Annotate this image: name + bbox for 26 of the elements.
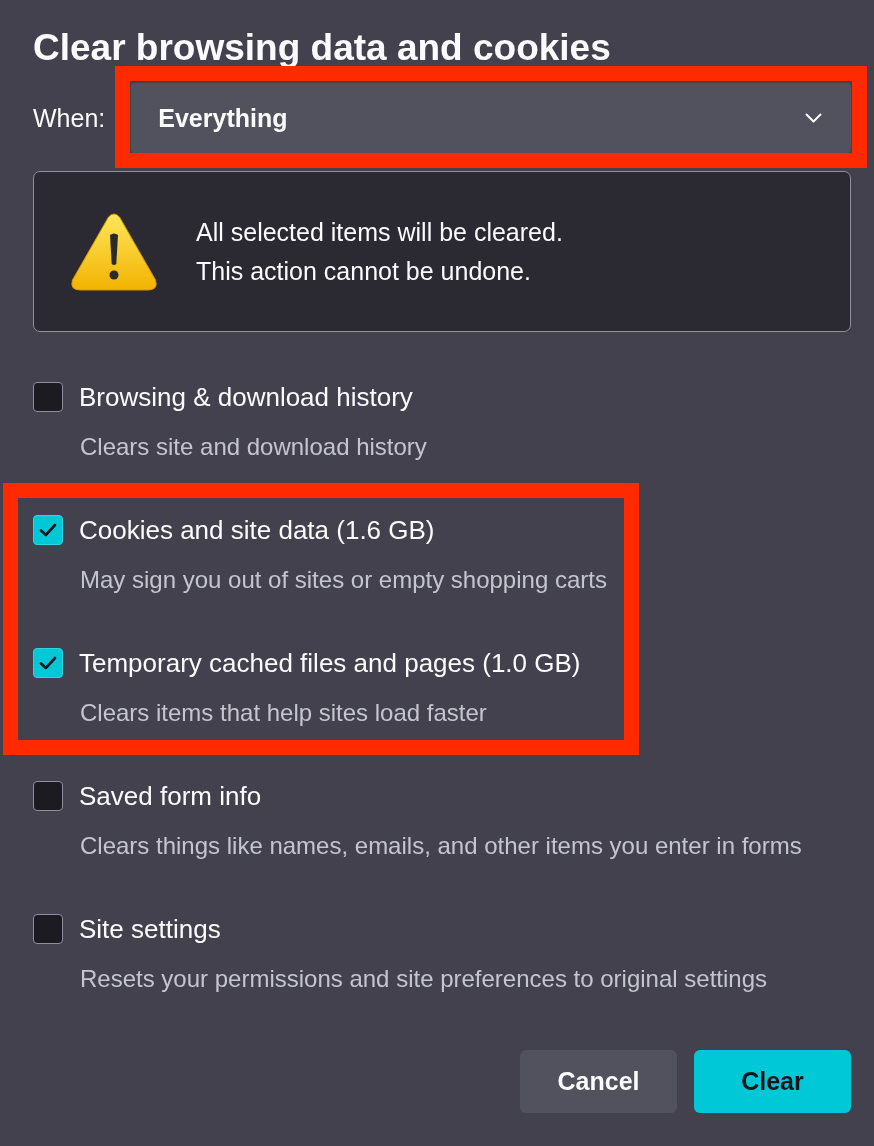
checkbox[interactable] (33, 781, 63, 811)
option-description: Clears items that help sites load faster (80, 698, 487, 728)
checkbox[interactable] (33, 515, 63, 545)
option-description: Resets your permissions and site preferences to original settings (80, 964, 767, 994)
when-label: When: (33, 103, 106, 133)
option-label[interactable]: Site settings (79, 914, 221, 944)
option-description: Clears things like names, emails, and other items you enter in forms (80, 831, 802, 861)
cancel-button[interactable]: Cancel (520, 1050, 677, 1113)
dialog-title: Clear browsing data and cookies (33, 30, 611, 66)
time-range-dropdown[interactable]: Everything (131, 83, 851, 153)
checkbox[interactable] (33, 382, 63, 412)
option-description: May sign you out of sites or empty shopping carts (80, 565, 607, 595)
checkbox[interactable] (33, 914, 63, 944)
warning-icon (71, 212, 157, 291)
option-label[interactable]: Browsing & download history (79, 382, 413, 412)
clear-button[interactable]: Clear (694, 1050, 851, 1113)
option-label[interactable]: Saved form info (79, 781, 262, 811)
option-description: Clears site and download history (80, 432, 427, 462)
checkmark-icon (39, 523, 57, 537)
checkmark-icon (39, 656, 57, 670)
checkbox[interactable] (33, 648, 63, 678)
option-label[interactable]: Temporary cached files and pages (1.0 GB) (79, 648, 581, 678)
warning-text: All selected items will be cleared. (196, 216, 563, 248)
chevron-down-icon (805, 113, 822, 123)
warning-text: This action cannot be undone. (196, 255, 532, 287)
option-label[interactable]: Cookies and site data (1.6 GB) (79, 515, 435, 545)
